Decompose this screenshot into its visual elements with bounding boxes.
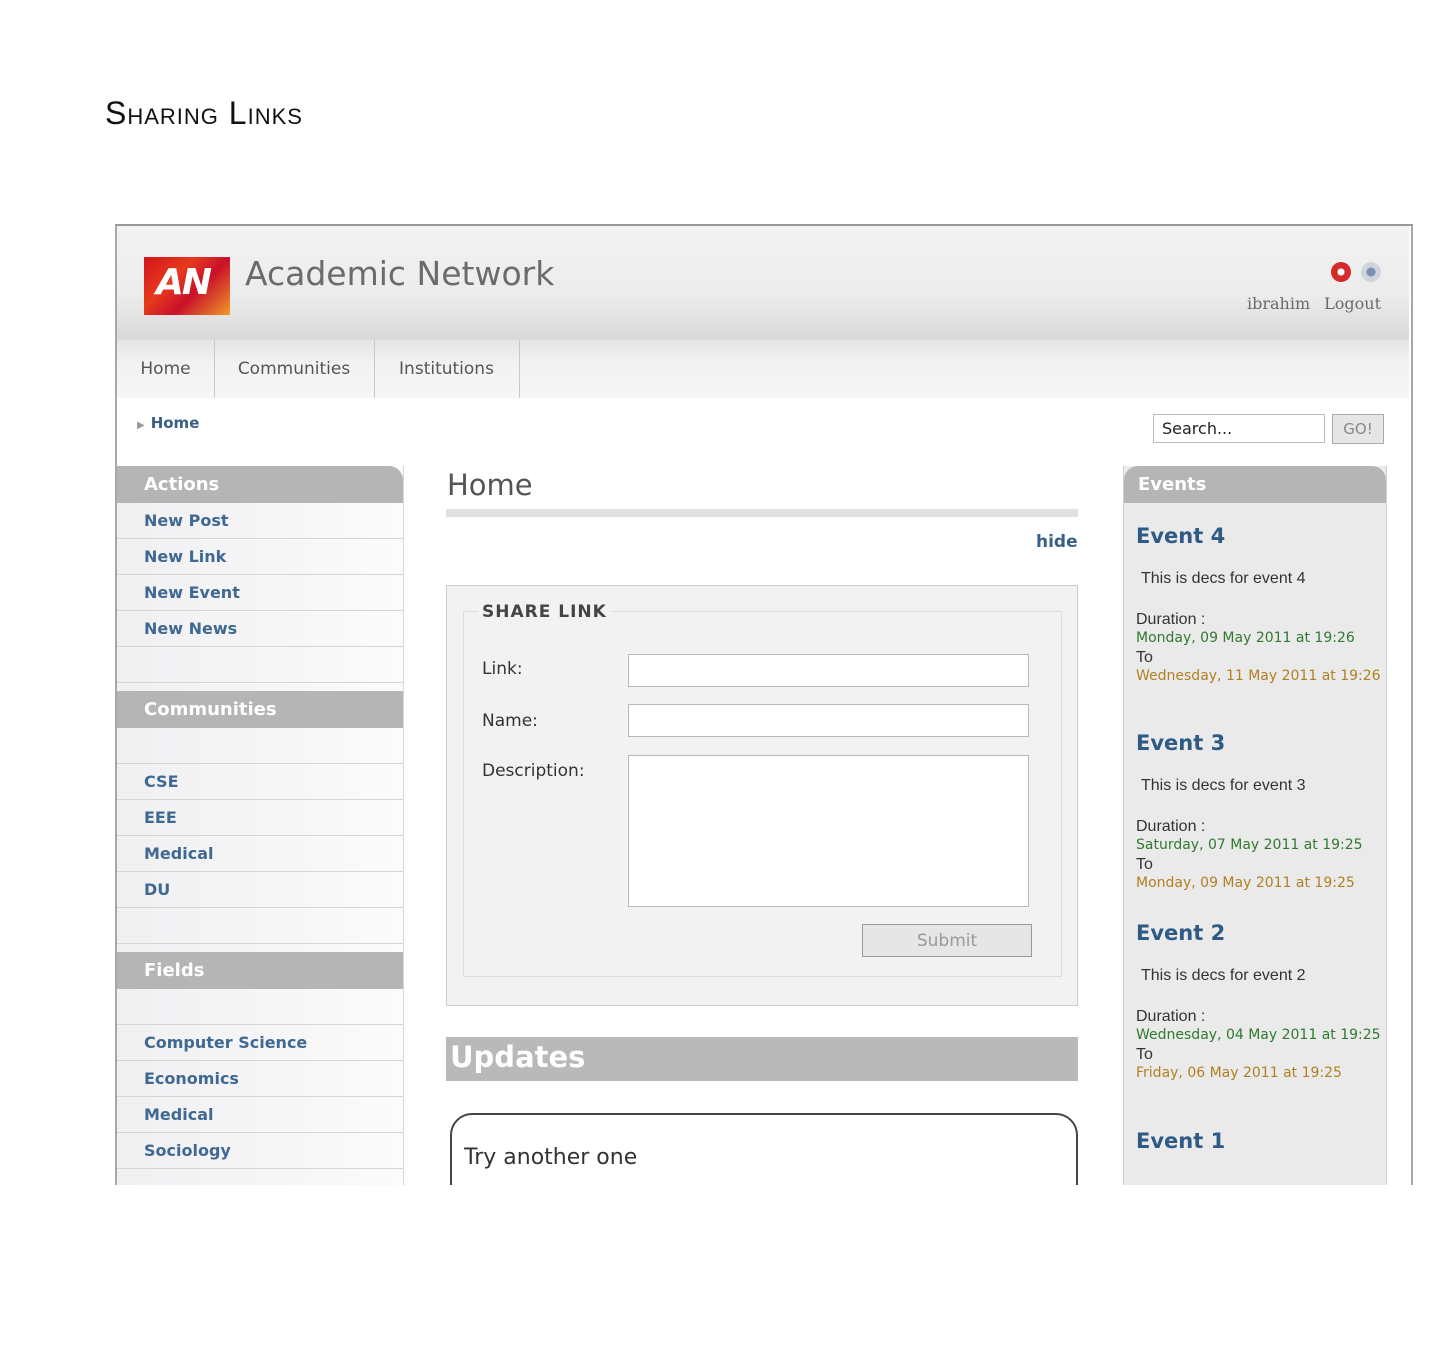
sidebar-spacer [117,989,403,1025]
description-textarea[interactable] [628,755,1029,907]
breadcrumb: ▶ Home [137,414,199,432]
updates-heading-bar: Updates [446,1037,1078,1081]
event-title-link[interactable]: Event 2 [1136,921,1381,945]
events-heading: Events [1124,466,1386,503]
event-to-label: To [1136,856,1153,873]
share-link-legend: SHARE LINK [478,602,611,622]
share-link-fieldset: SHARE LINK Link: Name: Description: Subm… [463,602,1062,977]
update-card: Try another one [450,1113,1078,1185]
breadcrumb-home-link[interactable]: Home [151,414,200,432]
page-title: Home [447,468,533,502]
field-sociology-link[interactable]: Sociology [117,1133,403,1169]
event-to-label: To [1136,649,1153,666]
event-start-date: Wednesday, 04 May 2011 at 19:25 [1136,1027,1381,1043]
help-icon[interactable] [1331,262,1351,282]
event-title-link[interactable]: Event 3 [1136,731,1381,755]
community-medical-link[interactable]: Medical [117,836,403,872]
logo-text: AN [156,262,212,303]
site-header: AN Academic Network ibrahim Logout [117,226,1409,340]
event-duration-label: Duration : [1136,818,1206,835]
community-cse-link[interactable]: CSE [117,764,403,800]
event-start-date: Monday, 09 May 2011 at 19:26 [1136,630,1355,646]
sidebar-spacer [117,728,403,764]
share-link-panel: SHARE LINK Link: Name: Description: Subm… [446,585,1078,1006]
new-event-link[interactable]: New Event [117,575,403,611]
communities-heading: Communities [117,691,403,728]
nav-communities[interactable]: Communities [214,340,375,398]
hide-link[interactable]: hide [1036,532,1078,552]
nav-home[interactable]: Home [117,340,215,398]
sidebar-spacer [117,908,403,944]
event-item: Event 1 [1136,1129,1381,1153]
event-description: This is decs for event 4 [1141,570,1306,587]
search-go-button[interactable]: GO! [1332,414,1384,444]
document-heading: Sharing Links [105,95,303,131]
update-text: Try another one [464,1145,638,1170]
app-title: Academic Network [245,254,555,293]
title-divider [446,509,1078,517]
event-to-label: To [1136,1046,1153,1063]
actions-heading: Actions [117,466,403,503]
field-medical-link[interactable]: Medical [117,1097,403,1133]
event-title-link[interactable]: Event 4 [1136,524,1381,548]
new-post-link[interactable]: New Post [117,503,403,539]
event-description: This is decs for event 2 [1141,967,1306,984]
main-nav: Home Communities Institutions [117,340,1409,398]
community-eee-link[interactable]: EEE [117,800,403,836]
event-title-link[interactable]: Event 1 [1136,1129,1381,1153]
event-start-date: Saturday, 07 May 2011 at 19:25 [1136,837,1363,853]
user-links: ibrahim Logout [1247,294,1381,313]
sidebar-spacer [117,647,403,683]
event-end-date: Wednesday, 11 May 2011 at 19:26 [1136,668,1381,684]
event-end-date: Friday, 06 May 2011 at 19:25 [1136,1065,1342,1081]
new-news-link[interactable]: New News [117,611,403,647]
breadcrumb-arrow-icon: ▶ [137,420,145,431]
header-icons [1331,262,1381,282]
community-du-link[interactable]: DU [117,872,403,908]
username-link[interactable]: ibrahim [1247,294,1310,313]
event-item: Event 4 This is decs for event 4 Duratio… [1136,524,1381,686]
event-item: Event 2 This is decs for event 2 Duratio… [1136,921,1381,1083]
events-sidebar: Events Event 4 This is decs for event 4 … [1123,466,1387,1185]
name-input[interactable] [628,704,1029,737]
submit-button[interactable]: Submit [862,924,1032,957]
fields-heading: Fields [117,952,403,989]
site-logo[interactable]: AN [144,257,230,315]
link-label: Link: [482,659,523,679]
event-duration-label: Duration : [1136,1008,1206,1025]
event-item: Event 3 This is decs for event 3 Duratio… [1136,731,1381,893]
new-link-link[interactable]: New Link [117,539,403,575]
description-label: Description: [482,761,585,781]
nav-institutions[interactable]: Institutions [374,340,520,398]
left-sidebar: Actions New Post New Link New Event New … [117,466,404,1185]
field-economics-link[interactable]: Economics [117,1061,403,1097]
search-input[interactable] [1153,414,1325,443]
updates-heading: Updates [450,1040,586,1074]
field-computer-science-link[interactable]: Computer Science [117,1025,403,1061]
logout-link[interactable]: Logout [1324,294,1381,313]
event-description: This is decs for event 3 [1141,777,1306,794]
browser-frame: AN Academic Network ibrahim Logout Home … [115,224,1413,1185]
event-duration-label: Duration : [1136,611,1206,628]
event-end-date: Monday, 09 May 2011 at 19:25 [1136,875,1355,891]
link-input[interactable] [628,654,1029,687]
name-label: Name: [482,711,538,731]
settings-icon[interactable] [1361,262,1381,282]
